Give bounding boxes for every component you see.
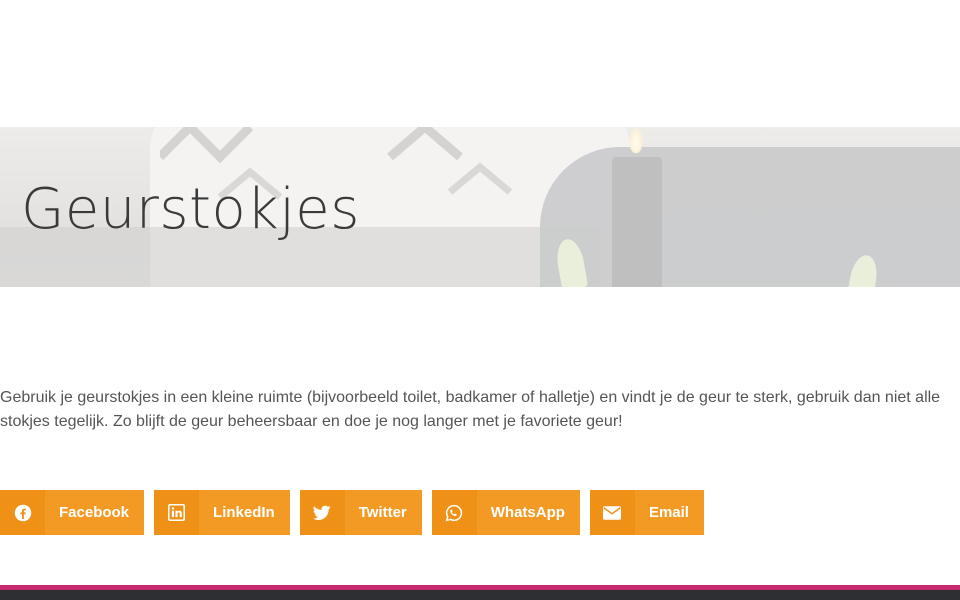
share-twitter-label: Twitter	[358, 504, 407, 521]
share-linkedin-label: LinkedIn	[213, 504, 275, 521]
page-title: Geurstokjes	[21, 177, 360, 242]
body-paragraph: Gebruik je geurstokjes in een kleine rui…	[0, 389, 941, 430]
share-twitter-button[interactable]: Twitter	[299, 490, 422, 535]
share-whatsapp-button[interactable]: WhatsApp	[431, 490, 580, 535]
share-whatsapp-label: WhatsApp	[490, 504, 565, 521]
whatsapp-icon	[431, 490, 477, 535]
envelope-icon	[589, 490, 635, 535]
share-buttons: Facebook LinkedIn Twitter WhatsApp Email	[0, 490, 704, 535]
facebook-icon	[0, 490, 45, 535]
linkedin-icon	[154, 490, 200, 535]
share-email-button[interactable]: Email	[589, 490, 704, 535]
share-facebook-label: Facebook	[59, 504, 130, 521]
footer	[0, 590, 960, 600]
share-facebook-button[interactable]: Facebook	[0, 490, 145, 535]
twitter-icon	[299, 490, 345, 535]
share-email-label: Email	[648, 504, 689, 521]
share-linkedin-button[interactable]: LinkedIn	[154, 490, 290, 535]
